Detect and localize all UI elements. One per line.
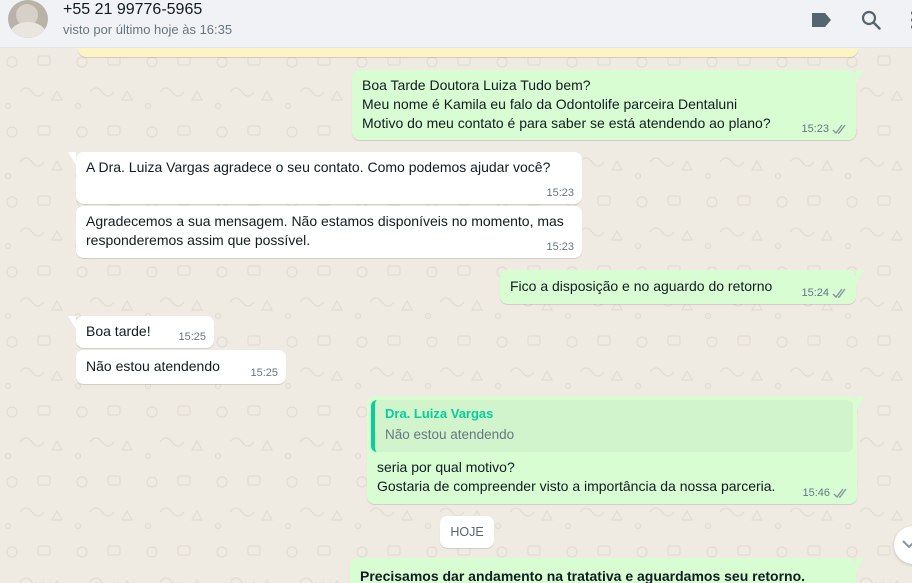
- message-time: 15:23: [546, 187, 574, 199]
- message-time: 15:24: [801, 287, 829, 299]
- last-seen-status: visto por último hoje às 16:35: [63, 22, 233, 37]
- chat-header: +55 21 99776-5965 visto por último hoje …: [0, 0, 912, 48]
- outgoing-message[interactable]: Precisamos dar andamento na tratativa e …: [350, 558, 864, 583]
- bubble-tail: [856, 270, 864, 283]
- outgoing-message[interactable]: Boa Tarde Doutora Luiza Tudo bem? Meu no…: [352, 70, 864, 140]
- message-time: 15:23: [801, 123, 829, 135]
- chat-panel[interactable]: Boa Tarde Doutora Luiza Tudo bem? Meu no…: [0, 48, 912, 583]
- incoming-message[interactable]: Não estou atendendo 15:25: [76, 350, 286, 384]
- message-text: Precisamos dar andamento na tratativa e …: [360, 568, 806, 583]
- date-divider: HOJE: [440, 516, 494, 548]
- contact-name[interactable]: +55 21 99776-5965: [63, 0, 202, 20]
- chevron-down-icon: [902, 540, 912, 549]
- quoted-text: Não estou atendendo: [385, 427, 515, 442]
- previous-message-edge: [78, 48, 858, 57]
- incoming-message[interactable]: Agradecemos a sua mensagem. Não estamos …: [76, 206, 582, 258]
- message-text: Agradecemos a sua mensagem. Não estamos …: [86, 213, 564, 248]
- double-check-icon: [833, 488, 847, 498]
- incoming-message[interactable]: A Dra. Luiza Vargas agradece o seu conta…: [68, 152, 582, 204]
- message-time: 15:46: [802, 487, 830, 499]
- contact-avatar[interactable]: [8, 0, 48, 38]
- double-check-icon: [832, 124, 846, 134]
- search-icon[interactable]: [858, 8, 884, 32]
- incoming-message[interactable]: Boa tarde! 15:25: [68, 316, 214, 348]
- message-text: Fico a disposição e no aguardo do retorn…: [510, 278, 773, 294]
- outgoing-message[interactable]: Fico a disposição e no aguardo do retorn…: [500, 270, 864, 304]
- bubble-tail: [68, 152, 76, 165]
- message-text: Boa Tarde Doutora Luiza Tudo bem? Meu no…: [362, 77, 771, 131]
- double-check-icon: [832, 288, 846, 298]
- outgoing-reply-message[interactable]: Dra. Luiza Vargas Não estou atendendo se…: [367, 396, 865, 504]
- message-text: A Dra. Luiza Vargas agradece o seu conta…: [86, 159, 551, 175]
- bubble-tail: [857, 396, 865, 409]
- menu-icon[interactable]: [900, 8, 912, 32]
- quoted-author: Dra. Luiza Vargas: [385, 406, 494, 421]
- label-icon[interactable]: [808, 8, 834, 32]
- message-text: Não estou atendendo: [86, 358, 220, 374]
- message-time: 15:25: [178, 331, 206, 343]
- message-time: 15:25: [250, 367, 278, 379]
- bubble-tail: [856, 70, 864, 83]
- message-text: seria por qual motivo? Gostaria de compr…: [377, 459, 776, 494]
- bubble-tail: [68, 316, 76, 329]
- bubble-tail: [856, 558, 864, 571]
- message-time: 15:23: [546, 241, 574, 253]
- quoted-message[interactable]: Dra. Luiza Vargas Não estou atendendo: [371, 400, 853, 452]
